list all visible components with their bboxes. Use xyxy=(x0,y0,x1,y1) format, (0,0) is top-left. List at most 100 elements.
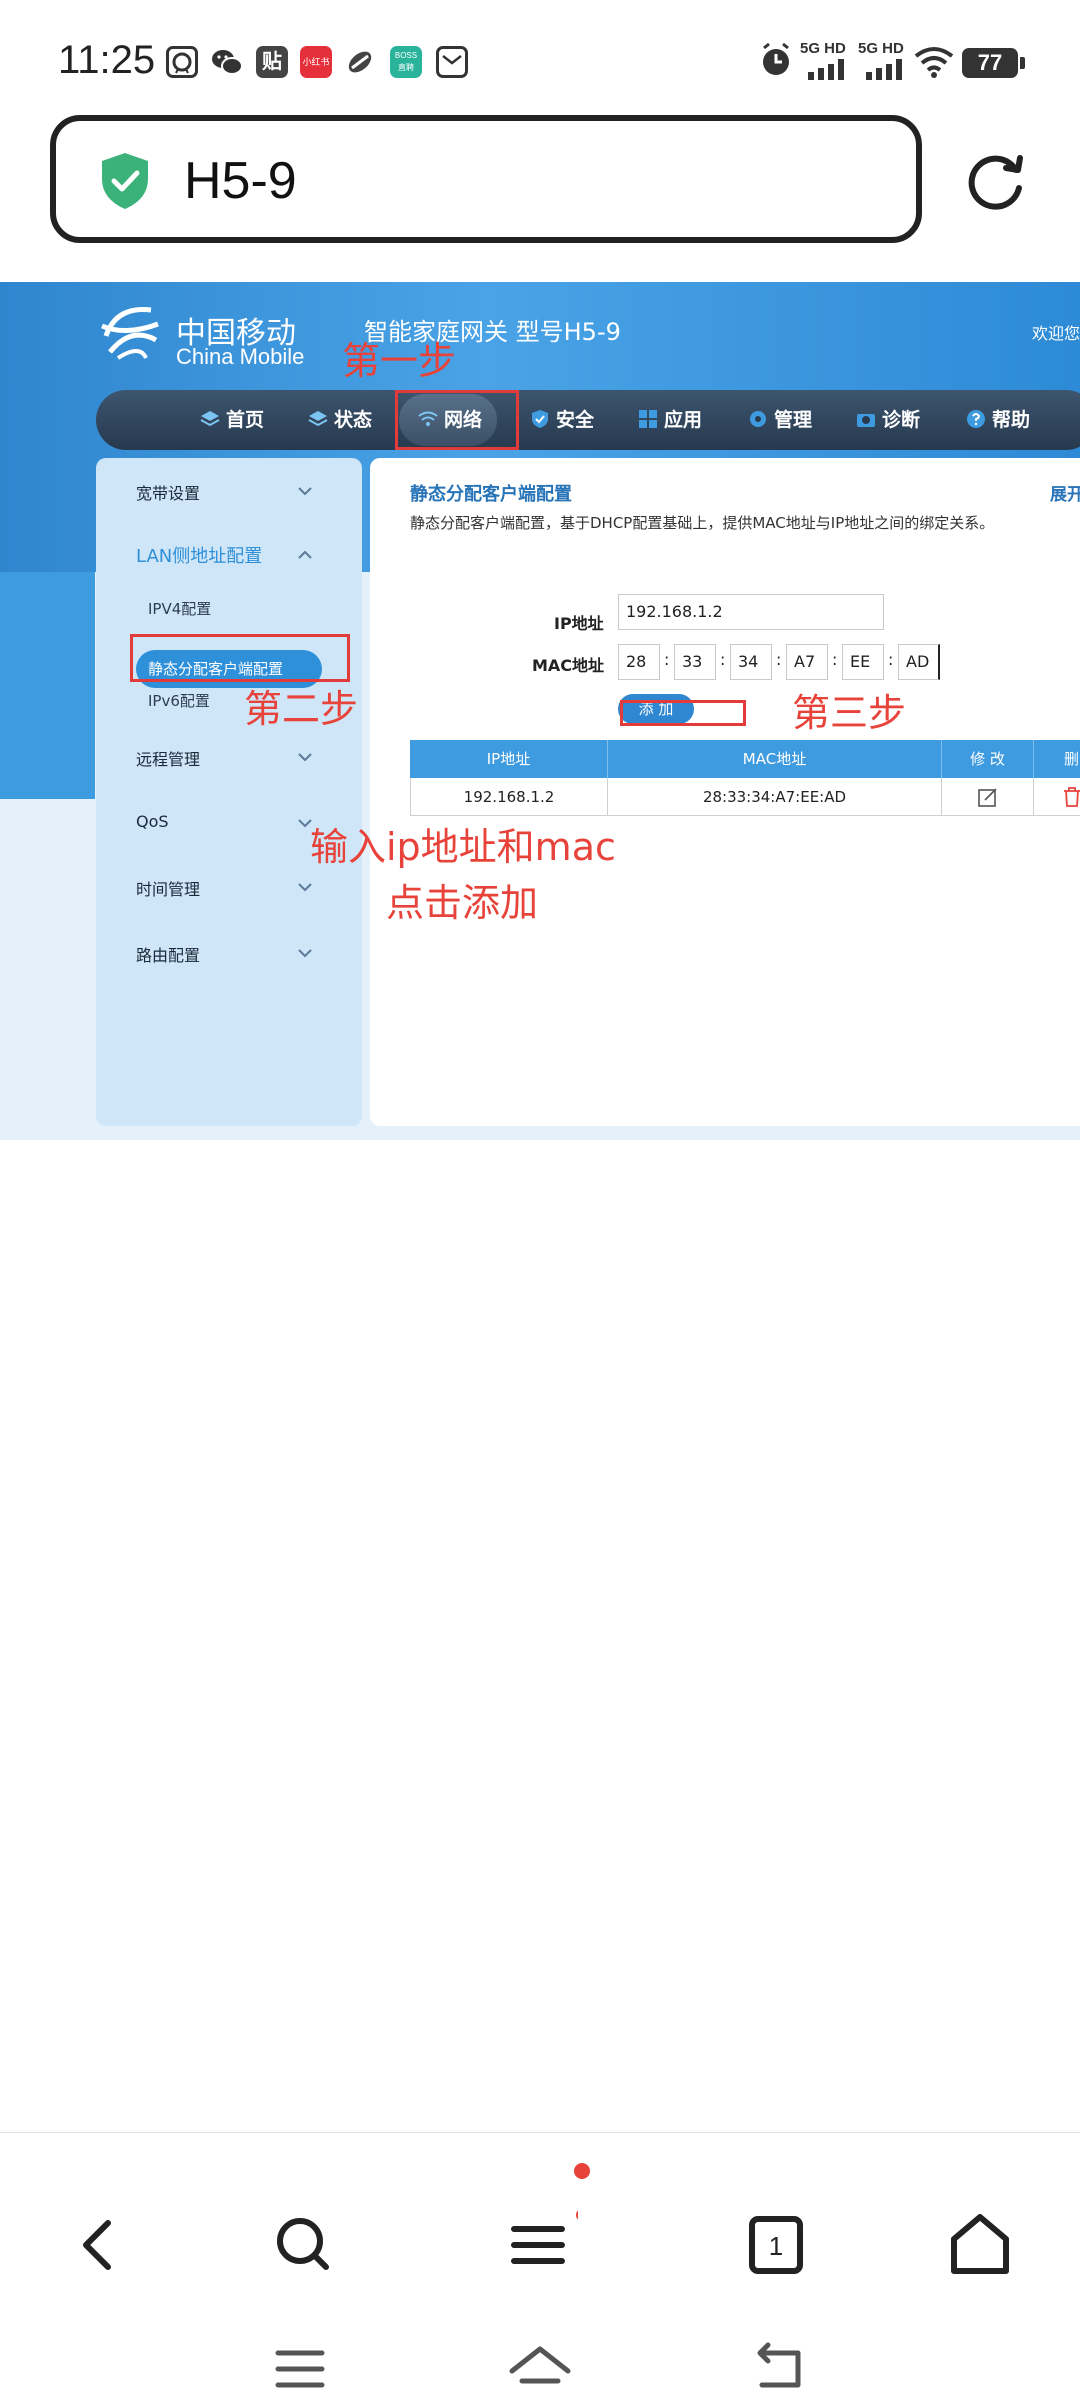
recent-apps-icon[interactable] xyxy=(260,2339,340,2399)
ip-input[interactable]: 192.168.1.2 xyxy=(618,594,884,630)
layers-icon xyxy=(200,411,220,427)
nav-help[interactable]: 帮助 xyxy=(966,390,1030,450)
trash-icon[interactable] xyxy=(1061,786,1080,808)
nav-apps[interactable]: 应用 xyxy=(638,390,702,450)
tieba-icon: 贴 xyxy=(256,46,288,78)
battery-icon: 77 xyxy=(962,48,1025,78)
address-bar[interactable]: H5-9 xyxy=(50,115,922,243)
layers-icon xyxy=(308,411,328,427)
signal-icon-1 xyxy=(808,59,844,80)
main-nav: 首页 状态 网络 安全 应用 管理 诊断 帮助 xyxy=(96,390,1080,450)
boss-icon: BOSS 直聘 xyxy=(390,46,422,78)
china-mobile-logo-icon xyxy=(101,307,159,360)
sidebar-sub-ipv4[interactable]: IPV4配置 xyxy=(148,598,211,619)
nav-status-label: 状态 xyxy=(334,409,373,431)
nav-status[interactable]: 状态 xyxy=(308,390,372,450)
logo-english: China Mobile xyxy=(176,344,305,369)
table-cell-mac: 28:33:34:A7:EE:AD xyxy=(608,778,942,816)
nav-home[interactable]: 首页 xyxy=(200,390,264,450)
menu-icon[interactable] xyxy=(498,2205,578,2285)
annotation-instruction-2: 点击添加 xyxy=(386,881,539,925)
annotation-box-network xyxy=(395,390,519,450)
sim1-label: 5G HD xyxy=(800,40,846,57)
mac-input-6[interactable]: AD xyxy=(898,644,940,680)
annotation-step2: 第二步 xyxy=(244,687,359,731)
battery-level: 77 xyxy=(977,50,1003,75)
back-icon[interactable] xyxy=(60,2205,140,2285)
browser-toolbar: 1 xyxy=(0,2132,1080,2408)
nav-help-label: 帮助 xyxy=(992,409,1031,431)
reload-icon[interactable] xyxy=(960,148,1030,218)
camera-icon xyxy=(857,414,875,427)
status-time: 11:25 xyxy=(58,38,156,82)
chevron-down-icon xyxy=(298,753,312,762)
sidebar-item-broadband[interactable]: 宽带设置 xyxy=(136,480,200,504)
panel-title: 静态分配客户端配置 xyxy=(410,484,572,505)
sidebar-sub-ipv6[interactable]: IPv6配置 xyxy=(148,690,210,711)
sidebar-item-qos[interactable]: QoS xyxy=(136,812,169,831)
chevron-down-icon xyxy=(298,949,312,958)
alarm-icon xyxy=(763,42,789,75)
nav-apps-label: 应用 xyxy=(664,409,703,431)
url-text: H5-9 xyxy=(184,152,297,210)
nav-home-label: 首页 xyxy=(226,409,265,431)
sidebar-item-time[interactable]: 时间管理 xyxy=(136,876,200,900)
annotation-box-add xyxy=(620,700,746,726)
table-header-mac: MAC地址 xyxy=(608,740,942,778)
table-cell-delete xyxy=(1034,778,1080,816)
wechat-icon xyxy=(210,46,243,78)
security-shield-icon xyxy=(102,153,148,209)
shield-icon xyxy=(532,410,548,428)
nav-manage-label: 管理 xyxy=(774,409,813,431)
qq-icon xyxy=(166,46,198,78)
nav-diagnose[interactable]: 诊断 xyxy=(856,390,920,450)
help-icon xyxy=(967,410,985,428)
annotation-step3: 第三步 xyxy=(792,691,907,735)
expand-link[interactable]: 展开 xyxy=(1050,480,1080,505)
wifi-icon xyxy=(914,47,954,78)
mac-input-5[interactable]: EE xyxy=(842,644,884,680)
welcome-text: 欢迎您 xyxy=(1032,324,1080,343)
sidebar-item-remote[interactable]: 远程管理 xyxy=(136,746,200,770)
tabs-icon[interactable]: 1 xyxy=(736,2205,816,2285)
sidebar-item-lan[interactable]: LAN侧地址配置 xyxy=(136,542,262,568)
nav-manage[interactable]: 管理 xyxy=(748,390,812,450)
settings-sidebar: 宽带设置 LAN侧地址配置 IPV4配置 静态分配客户端配置 IPv6配置 远程… xyxy=(96,458,362,1126)
ip-label: IP地址 xyxy=(554,614,604,633)
annotation-box-static xyxy=(130,634,350,682)
config-panel: 静态分配客户端配置 展开 静态分配客户端配置，基于DHCP配置基础上，提供MAC… xyxy=(370,458,1080,1126)
mac-input-4[interactable]: A7 xyxy=(786,644,828,680)
mail-icon xyxy=(436,46,468,78)
svg-text:1: 1 xyxy=(769,2231,783,2261)
mac-input-2[interactable]: 33 xyxy=(674,644,716,680)
annotation-instruction-1: 输入ip地址和mac xyxy=(310,825,616,869)
table-header-edit: 修 改 xyxy=(942,740,1034,778)
nav-security-label: 安全 xyxy=(556,409,595,431)
mac-input-1[interactable]: 28 xyxy=(618,644,660,680)
sim2-label: 5G HD xyxy=(858,40,904,57)
nav-diagnose-label: 诊断 xyxy=(882,409,921,431)
menu-notification-dot xyxy=(574,2163,590,2179)
link-icon xyxy=(344,46,376,78)
annotation-step1: 第一步 xyxy=(342,339,457,383)
table-header-ip: IP地址 xyxy=(410,740,608,778)
grid-icon xyxy=(639,410,657,428)
gear-icon xyxy=(750,411,766,427)
home-icon[interactable] xyxy=(940,2205,1020,2285)
edit-icon[interactable] xyxy=(977,786,999,808)
router-admin-page: 中国移动 China Mobile 智能家庭网关 型号H5-9 欢迎您 首页 状… xyxy=(0,282,1080,1140)
china-mobile-logo: 中国移动 China Mobile xyxy=(96,292,316,372)
chevron-up-icon xyxy=(298,550,312,559)
table-cell-ip: 192.168.1.2 xyxy=(410,778,608,816)
search-icon[interactable] xyxy=(264,2205,344,2285)
signal-icon-2 xyxy=(866,59,902,80)
nav-security[interactable]: 安全 xyxy=(530,390,594,450)
mac-input-3[interactable]: 34 xyxy=(730,644,772,680)
mac-label: MAC地址 xyxy=(532,656,605,675)
table-header-delete: 删 xyxy=(1034,740,1080,778)
chevron-down-icon xyxy=(298,883,312,892)
system-home-icon[interactable] xyxy=(500,2339,580,2399)
sidebar-item-routing[interactable]: 路由配置 xyxy=(136,942,200,966)
table-cell-edit xyxy=(942,778,1034,816)
system-back-icon[interactable] xyxy=(740,2339,820,2399)
